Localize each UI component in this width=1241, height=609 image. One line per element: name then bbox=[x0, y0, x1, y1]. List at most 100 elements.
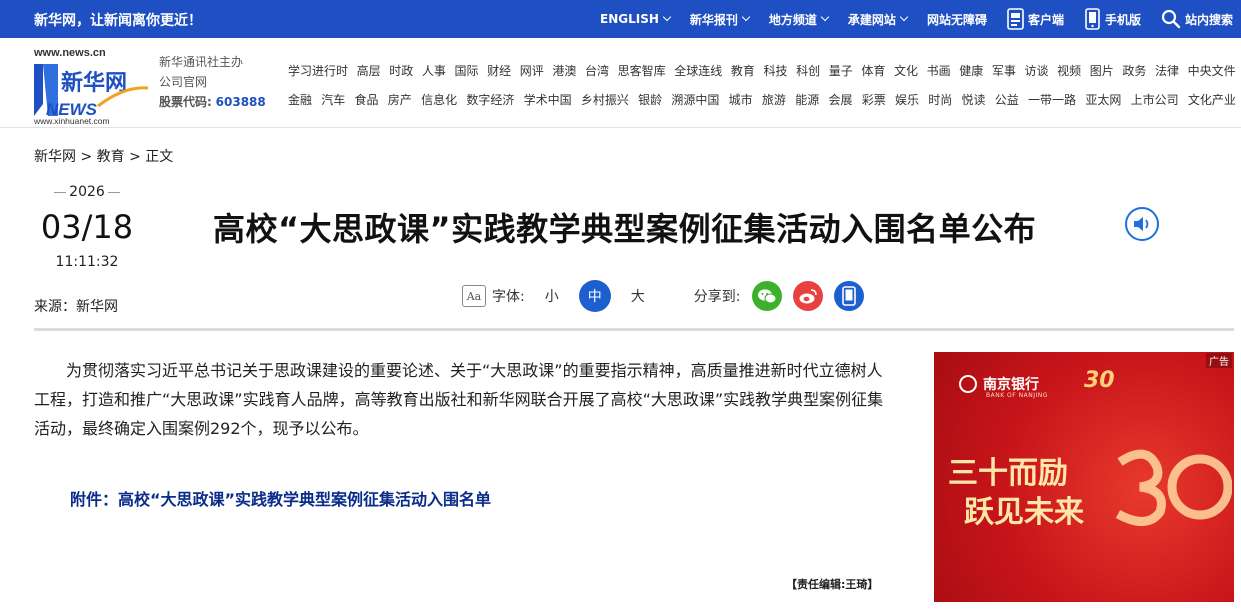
channel-link[interactable]: 旅游 bbox=[762, 91, 786, 120]
font-size-icon: Aa bbox=[462, 285, 486, 307]
mobile-version-link[interactable]: 手机版 bbox=[1084, 8, 1141, 30]
publish-time: 11:11:32 bbox=[55, 254, 119, 270]
channel-link[interactable]: 娱乐 bbox=[895, 91, 919, 120]
mobile-phone-icon bbox=[1085, 8, 1100, 30]
org-line1: 新华通讯社主办 bbox=[159, 55, 244, 69]
nav-accessibility[interactable]: 网站无障碍 bbox=[927, 11, 987, 28]
channel-link[interactable]: 食品 bbox=[355, 91, 379, 120]
channel-link[interactable]: 一带一路 bbox=[1028, 91, 1076, 120]
breadcrumb-separator: > bbox=[129, 149, 141, 165]
channel-link[interactable]: 图片 bbox=[1090, 62, 1114, 91]
client-app-link[interactable]: 客户端 bbox=[1007, 8, 1064, 30]
ad-decor-30-icon bbox=[1115, 449, 1232, 526]
top-bar: 新华网，让新闻离你更近！ ENGLISH 新华报刊 地方频道 承建网站 网站无障… bbox=[0, 0, 1241, 38]
channel-link[interactable]: 国际 bbox=[455, 62, 479, 91]
nav-english[interactable]: ENGLISH bbox=[600, 12, 672, 26]
nav-hosted-sites[interactable]: 承建网站 bbox=[847, 11, 909, 28]
weibo-icon bbox=[799, 288, 818, 303]
nav-local-channels[interactable]: 地方频道 bbox=[769, 11, 830, 28]
channel-link[interactable]: 银龄 bbox=[638, 91, 662, 120]
channel-link[interactable]: 城市 bbox=[729, 91, 753, 120]
channel-link[interactable]: 访谈 bbox=[1025, 62, 1049, 91]
font-size-medium[interactable]: 中 bbox=[578, 280, 611, 312]
channel-link[interactable]: 量子 bbox=[829, 62, 853, 91]
breadcrumb-home[interactable]: 新华网 bbox=[34, 149, 76, 165]
channel-link[interactable]: 时政 bbox=[389, 62, 413, 91]
channel-link[interactable]: 法律 bbox=[1155, 62, 1179, 91]
search-icon bbox=[1161, 9, 1181, 29]
share-wechat-button[interactable] bbox=[752, 281, 783, 311]
channel-link[interactable]: 汽车 bbox=[321, 91, 345, 120]
stock-code[interactable]: 603888 bbox=[216, 95, 266, 109]
site-search-link[interactable]: 站内搜索 bbox=[1161, 9, 1233, 29]
nav-newspapers[interactable]: 新华报刊 bbox=[689, 11, 751, 28]
breadcrumb-section[interactable]: 教育 bbox=[97, 149, 125, 165]
breadcrumb-separator: > bbox=[80, 149, 93, 165]
org-line2: 公司官网 bbox=[159, 75, 208, 89]
channel-link[interactable]: 视频 bbox=[1057, 62, 1081, 91]
channel-link[interactable]: 政务 bbox=[1122, 62, 1146, 91]
ad-banner[interactable]: 广告 南京银行 BANK OF NANJING 30 三十而励 跃见未来 bbox=[934, 352, 1234, 602]
channel-link[interactable]: 上市公司 bbox=[1131, 91, 1179, 120]
channel-link[interactable]: 悦读 bbox=[962, 91, 986, 120]
chevron-down-icon bbox=[899, 12, 909, 22]
logo-url-top: www.news.cn bbox=[34, 47, 106, 59]
channel-link[interactable]: 体育 bbox=[861, 62, 885, 91]
channel-link[interactable]: 学术中国 bbox=[524, 91, 572, 120]
read-aloud-button[interactable] bbox=[1125, 207, 1159, 241]
channel-link[interactable]: 会展 bbox=[828, 91, 852, 120]
channel-link[interactable]: 学习进行时 bbox=[288, 62, 348, 91]
chevron-down-icon bbox=[820, 12, 830, 22]
channel-link[interactable]: 网评 bbox=[520, 62, 544, 91]
channel-link[interactable]: 能源 bbox=[795, 91, 819, 120]
channel-link[interactable]: 高层 bbox=[357, 62, 381, 91]
article-body: 为贯彻落实习近平总书记关于思政课建设的重要论述、关于“大思政课”的重要指示精神，… bbox=[34, 356, 896, 443]
site-search-label: 站内搜索 bbox=[1184, 12, 1233, 27]
channel-link[interactable]: 金融 bbox=[288, 91, 312, 120]
breadcrumb-current: 正文 bbox=[145, 149, 174, 165]
nav-newspapers-label: 新华报刊 bbox=[689, 12, 738, 27]
share-weibo-button[interactable] bbox=[793, 281, 824, 311]
xinhua-news-logo[interactable]: www.news.cn 新华网 NEWS www.xinhuanet.com bbox=[34, 46, 152, 124]
channel-link[interactable]: 台湾 bbox=[585, 62, 609, 91]
channel-link[interactable]: 信息化 bbox=[421, 91, 457, 120]
channel-link[interactable]: 书画 bbox=[927, 62, 951, 91]
channel-link[interactable]: 人事 bbox=[422, 62, 446, 91]
font-size-small[interactable]: 小 bbox=[536, 280, 568, 312]
channel-link[interactable]: 全球连线 bbox=[674, 62, 722, 91]
font-size-label: 字体: bbox=[492, 289, 525, 305]
channel-link[interactable]: 科技 bbox=[764, 62, 788, 91]
channel-link[interactable]: 健康 bbox=[959, 62, 983, 91]
logo-cn: 新华网 bbox=[61, 70, 127, 95]
logo-url-bottom: www.xinhuanet.com bbox=[34, 116, 110, 124]
channel-link[interactable]: 时尚 bbox=[928, 91, 952, 120]
channel-link[interactable]: 文化产业 bbox=[1188, 91, 1236, 120]
chevron-down-icon bbox=[741, 12, 751, 22]
nav-english-label: ENGLISH bbox=[600, 12, 659, 26]
channel-link[interactable]: 中央文件 bbox=[1188, 62, 1236, 91]
channel-link[interactable]: 亚太网 bbox=[1085, 91, 1121, 120]
channel-link[interactable]: 军事 bbox=[992, 62, 1016, 91]
channel-link[interactable]: 公益 bbox=[995, 91, 1019, 120]
channel-link[interactable]: 教育 bbox=[731, 62, 755, 91]
channel-link[interactable]: 财经 bbox=[487, 62, 511, 91]
channel-link[interactable]: 彩票 bbox=[862, 91, 886, 120]
share-mobile-button[interactable] bbox=[834, 281, 865, 311]
font-size-large[interactable]: 大 bbox=[622, 280, 654, 312]
attachment-link[interactable]: 附件：高校“大思政课”实践教学典型案例征集活动入围名单 bbox=[70, 486, 491, 510]
publish-month-day: 03/18 bbox=[40, 208, 134, 246]
channel-link[interactable]: 思客智库 bbox=[618, 62, 666, 91]
channel-link[interactable]: 房产 bbox=[388, 91, 412, 120]
channel-link[interactable]: 港澳 bbox=[552, 62, 576, 91]
channel-link[interactable]: 乡村振兴 bbox=[581, 91, 629, 120]
channel-link[interactable]: 科创 bbox=[796, 62, 820, 91]
nav-hosted-label: 承建网站 bbox=[847, 12, 896, 27]
share-label: 分享到: bbox=[693, 289, 741, 305]
channel-link[interactable]: 文化 bbox=[894, 62, 918, 91]
channel-row-2: 金融 汽车 食品 房产 信息化 数字经济 学术中国 乡村振兴 银龄 溯源中国 城市 旅游 能源 会展 彩票娱… bbox=[288, 91, 1236, 120]
channel-link[interactable]: 溯源中国 bbox=[671, 91, 719, 120]
bank-emblem-icon bbox=[959, 375, 977, 393]
channel-link[interactable]: 数字经济 bbox=[466, 91, 514, 120]
channel-nav: 学习进行时 高层 时政 人事 国际 财经 网评 港澳 台湾 思客智库 全球连线 教育 科技 科创 量子 体育文… bbox=[288, 62, 1236, 120]
ad-slogan-line1: 三十而励 bbox=[948, 456, 1068, 491]
